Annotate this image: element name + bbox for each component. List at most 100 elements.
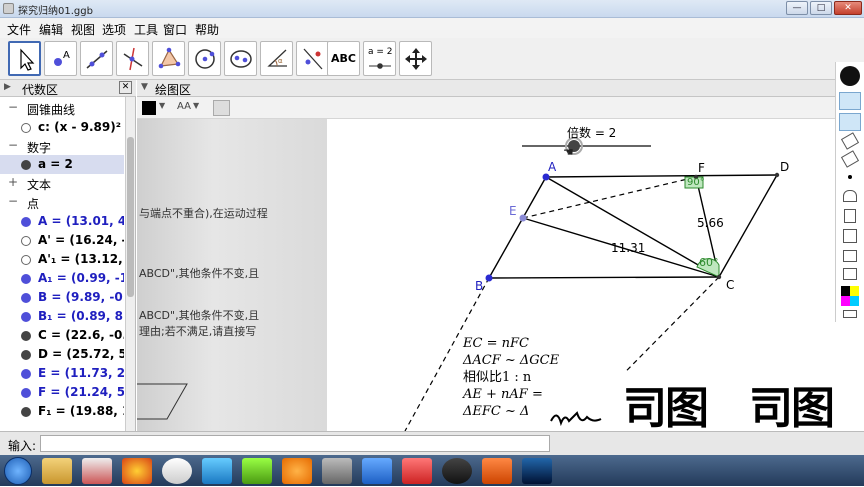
algebra-title: 代数区: [22, 83, 59, 97]
xmind-icon[interactable]: [402, 458, 432, 484]
move-view-tool-button[interactable]: [399, 41, 432, 76]
visibility-toggle-icon[interactable]: [21, 312, 31, 322]
visibility-toggle-icon[interactable]: [21, 331, 31, 341]
menu-edit[interactable]: 编辑: [39, 21, 63, 38]
point-style-icon[interactable]: [848, 175, 852, 179]
menu-view[interactable]: 视图: [71, 21, 95, 38]
menu-window[interactable]: 窗口: [163, 21, 187, 38]
group-text[interactable]: + 文本: [0, 174, 124, 193]
scrollbar-thumb[interactable]: [127, 137, 134, 297]
collapse-arrow-icon[interactable]: ▶: [4, 82, 11, 92]
screen-icon[interactable]: [843, 268, 857, 280]
explorer-icon[interactable]: [42, 458, 72, 484]
group-point[interactable]: − 点: [0, 193, 124, 212]
browser-icon[interactable]: [122, 458, 152, 484]
visibility-toggle-icon[interactable]: [21, 407, 31, 417]
point-label-A: A: [548, 160, 557, 174]
graphics-view[interactable]: 与端点不重合),在运动过程 ABCD",其他条件不变,且 ABCD",其他条件不…: [137, 97, 835, 431]
slider-label[interactable]: 倍数 = 2: [567, 124, 616, 141]
command-input[interactable]: [40, 435, 550, 452]
collapse-arrow-icon[interactable]: ▼: [141, 82, 148, 92]
collapse-icon[interactable]: −: [8, 100, 18, 114]
trash-icon[interactable]: [844, 209, 856, 223]
visibility-toggle-icon[interactable]: [21, 369, 31, 379]
algebra-row-F[interactable]: F = (21.24, 5.0: [0, 383, 124, 402]
start-button[interactable]: [4, 457, 32, 485]
geogebra-running-icon[interactable]: [442, 458, 472, 484]
star-app-icon[interactable]: [362, 458, 392, 484]
algebra-row-c[interactable]: c: (x - 9.89)² +: [0, 118, 124, 137]
photoshop-icon[interactable]: [522, 458, 552, 484]
undo-icon[interactable]: [843, 190, 857, 202]
algebra-row-A-prime[interactable]: A' = (16.24, -0.: [0, 231, 124, 250]
menu-file[interactable]: 文件: [7, 21, 31, 38]
algebra-row-a[interactable]: a = 2: [0, 155, 124, 174]
visibility-toggle-icon[interactable]: [21, 388, 31, 398]
text-tool-button[interactable]: ABC: [327, 41, 360, 76]
lightbulb-icon[interactable]: [840, 66, 860, 86]
point-tool-button[interactable]: A: [44, 41, 77, 76]
visibility-toggle-icon[interactable]: [21, 123, 31, 133]
algebra-view: −圆锥曲线 c: (x - 9.89)² + −数字 a = 2 +文本 −点 …: [0, 97, 136, 431]
perpendicular-tool-button[interactable]: [116, 41, 149, 76]
visibility-toggle-icon[interactable]: [21, 293, 31, 303]
close-button[interactable]: ✕: [834, 1, 862, 15]
polygon-icon: [158, 47, 181, 69]
algebra-scrollbar[interactable]: [125, 97, 135, 431]
group-number[interactable]: − 数字: [0, 137, 124, 156]
input-bar: 输入:: [0, 431, 864, 455]
slider-tool-button[interactable]: a = 2: [363, 41, 396, 76]
cursor-arrow-icon[interactable]: [839, 113, 861, 131]
visibility-toggle-icon[interactable]: [21, 255, 31, 265]
eye-icon[interactable]: [839, 92, 861, 110]
menu-help[interactable]: 帮助: [195, 21, 219, 38]
visibility-toggle-icon[interactable]: [21, 217, 31, 227]
app-icon[interactable]: [82, 458, 112, 484]
algebra-row-B[interactable]: B = (9.89, -0.5: [0, 288, 124, 307]
rectangle-icon[interactable]: [843, 310, 857, 318]
angle-label-60: 60°: [699, 256, 719, 269]
calculator-icon[interactable]: [843, 229, 857, 243]
visibility-toggle-icon[interactable]: [21, 274, 31, 284]
visibility-toggle-icon[interactable]: [21, 350, 31, 360]
camtasia-icon[interactable]: [242, 458, 272, 484]
eraser-icon[interactable]: [840, 132, 860, 150]
firefox-icon[interactable]: [282, 458, 312, 484]
tool-icon[interactable]: [322, 458, 352, 484]
maximize-button[interactable]: □: [810, 1, 832, 15]
menu-tools[interactable]: 工具: [134, 21, 158, 38]
bird-icon[interactable]: [202, 458, 232, 484]
visibility-toggle-icon[interactable]: [21, 236, 31, 246]
menu-options[interactable]: 选项: [102, 21, 126, 38]
algebra-row-A[interactable]: A = (13.01, 4.9: [0, 212, 124, 231]
camera-icon[interactable]: [843, 250, 857, 262]
minimize-button[interactable]: —: [786, 1, 808, 15]
office-icon[interactable]: [482, 458, 512, 484]
polygon-tool-button[interactable]: [152, 41, 185, 76]
line-tool-button[interactable]: [80, 41, 113, 76]
algebra-row-F1[interactable]: F₁ = (19.88, 10 -: [0, 402, 124, 421]
eraser-icon[interactable]: [840, 150, 860, 168]
reflect-tool-button[interactable]: [296, 41, 329, 76]
collapse-icon[interactable]: −: [8, 138, 18, 152]
geogebra-icon[interactable]: [162, 458, 192, 484]
algebra-row-D[interactable]: D = (25.72, 5.1: [0, 345, 124, 364]
circle-tool-button[interactable]: [188, 41, 221, 76]
group-conic[interactable]: − 圆锥曲线: [0, 99, 124, 118]
algebra-row-E[interactable]: E = (11.73, 2.7: [0, 364, 124, 383]
input-label: 输入:: [8, 439, 37, 453]
algebra-row-B1[interactable]: B₁ = (0.89, 8.7: [0, 307, 124, 326]
collapse-icon[interactable]: −: [8, 194, 18, 208]
algebra-row-A-prime-1[interactable]: A'₁ = (13.12, -6: [0, 250, 124, 269]
move-tool-button[interactable]: [8, 41, 41, 76]
algebra-row-A1[interactable]: A₁ = (0.99, -18.: [0, 269, 124, 288]
conic-tool-button[interactable]: [224, 41, 257, 76]
color-palette-icon[interactable]: [841, 286, 859, 306]
algebra-close-icon[interactable]: ✕: [119, 81, 132, 94]
angle-icon: α: [267, 49, 287, 67]
angle-tool-button[interactable]: α: [260, 41, 293, 76]
algebra-row-C[interactable]: C = (22.6, -0.4: [0, 326, 124, 345]
expand-icon[interactable]: +: [8, 175, 18, 189]
style-side-panel: [835, 62, 864, 322]
visibility-toggle-icon[interactable]: [21, 160, 31, 170]
